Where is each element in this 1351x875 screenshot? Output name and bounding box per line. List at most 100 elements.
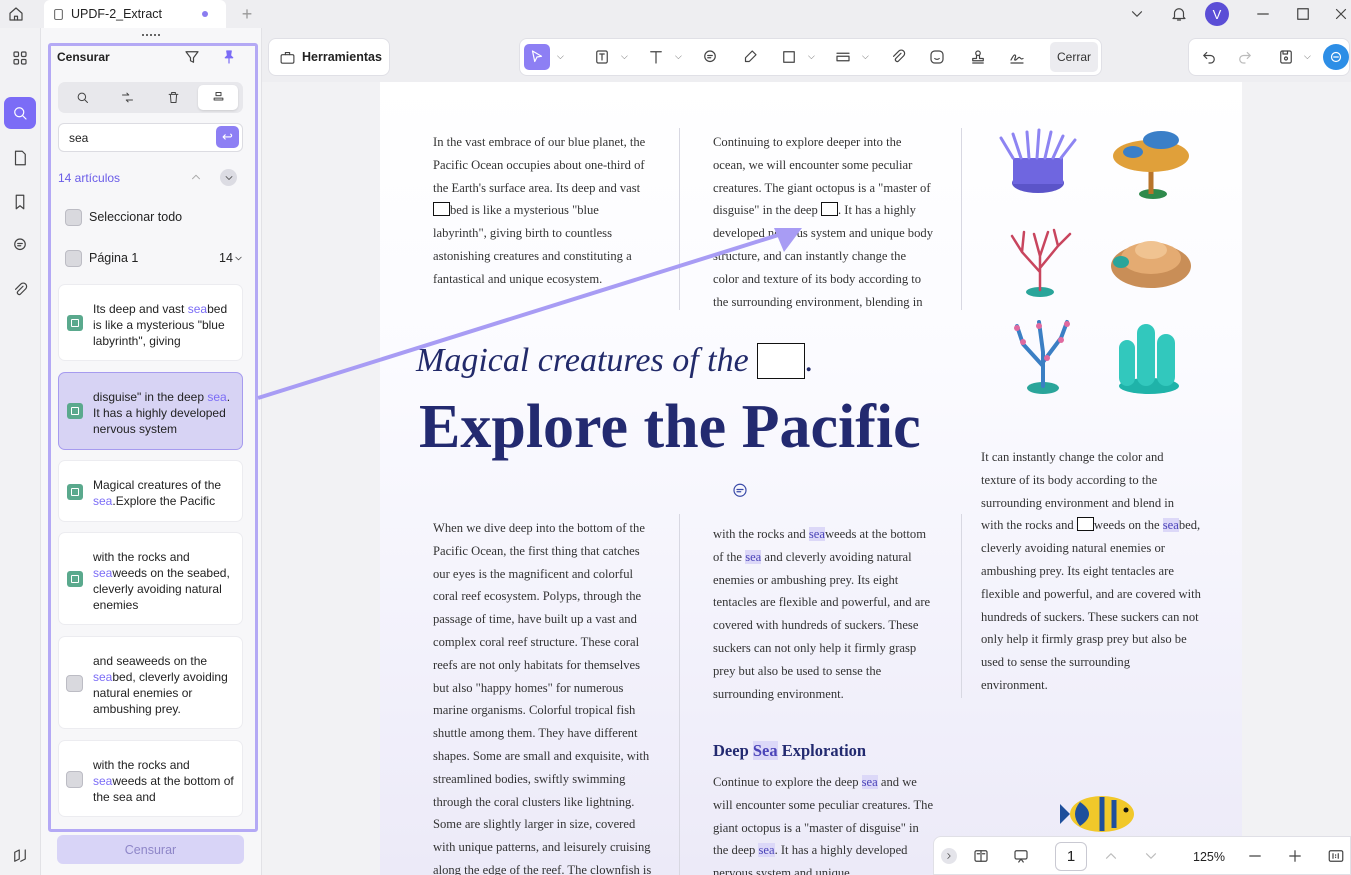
page-number-input[interactable]: 1 (1055, 842, 1087, 871)
minimize-icon[interactable] (1254, 5, 1272, 23)
tools-button[interactable]: Herramientas (268, 38, 390, 76)
page-layout-icon[interactable] (970, 846, 992, 866)
home-icon[interactable] (5, 4, 27, 24)
result-item[interactable]: Magical creatures of the sea.Explore the… (58, 460, 243, 522)
result-item[interactable]: Its deep and vast seabed is like a myste… (58, 284, 243, 361)
text-block-col2-section: Continue to explore the deep sea and we … (713, 775, 934, 875)
ai-assistant-icon[interactable] (1323, 44, 1349, 70)
actual-size-icon[interactable] (1325, 846, 1347, 866)
column-divider (961, 514, 962, 698)
result-item-selected[interactable]: disguise" in the deep sea. It has a high… (58, 372, 243, 450)
eraser-icon[interactable] (737, 44, 763, 70)
zoom-in-icon[interactable] (1286, 847, 1304, 865)
file-icon (52, 8, 65, 21)
panel-title: Censurar (57, 50, 110, 64)
chevron-down-icon[interactable]: ⌵ (862, 51, 869, 62)
chevron-up-icon[interactable] (189, 170, 203, 184)
fish-image (1060, 796, 1134, 832)
result-item[interactable]: with the rocks and seaweeds on the seabe… (58, 532, 243, 625)
redact-mark-icon (67, 403, 83, 419)
select-all-label: Seleccionar todo (89, 210, 183, 224)
filter-icon[interactable] (182, 47, 202, 67)
tab-title: UPDF-2_Extract (71, 7, 162, 21)
callout-arrow (257, 228, 802, 400)
bell-icon[interactable] (1168, 3, 1190, 25)
sticker-icon[interactable] (924, 44, 950, 70)
chevron-down-icon[interactable]: ⌵ (557, 51, 564, 62)
coral-image (1119, 324, 1179, 394)
coral-image (1113, 131, 1189, 199)
result-checkbox[interactable] (66, 771, 83, 788)
stamp-icon[interactable] (965, 44, 991, 70)
collapse-nav-icon[interactable] (941, 848, 957, 864)
close-icon[interactable] (1332, 5, 1350, 23)
textbox-icon[interactable] (589, 44, 615, 70)
enter-icon[interactable]: ↩ (216, 126, 239, 148)
previous-page-icon[interactable] (1102, 847, 1120, 865)
zoom-out-icon[interactable] (1246, 847, 1264, 865)
document-tab[interactable]: UPDF-2_Extract (44, 0, 226, 28)
search-icon[interactable] (4, 97, 36, 129)
new-tab-icon[interactable]: + (238, 4, 256, 24)
close-button[interactable]: Cerrar (1050, 42, 1098, 72)
select-cursor-icon[interactable] (524, 44, 550, 70)
chevron-down-icon[interactable]: ⌵ (621, 51, 628, 62)
select-all-checkbox[interactable] (65, 209, 82, 226)
page-checkbox[interactable] (65, 250, 82, 267)
result-count: 14 artículos (58, 171, 121, 185)
text-block-col3: It can instantly change the color and te… (981, 450, 1201, 692)
coral-image (1010, 228, 1072, 297)
column-divider (679, 514, 680, 875)
chevron-down-icon[interactable]: ⌵ (1304, 51, 1311, 62)
redact-button[interactable]: Censurar (57, 835, 244, 864)
subheading: Deep Sea Exploration (713, 741, 867, 760)
redaction-mark[interactable] (820, 202, 838, 217)
maximize-icon[interactable] (1294, 5, 1312, 23)
coral-image (999, 128, 1077, 193)
undo-icon[interactable] (1196, 44, 1222, 70)
redaction-mark[interactable] (1076, 517, 1094, 532)
chevron-down-icon[interactable] (1128, 5, 1146, 23)
rectangle-icon[interactable] (776, 44, 802, 70)
zoom-level[interactable]: 125% (1186, 842, 1232, 871)
redact-mark-icon (67, 571, 83, 587)
result-checkbox[interactable] (66, 675, 83, 692)
next-page-icon[interactable] (1142, 847, 1160, 865)
replace-mode-icon[interactable] (107, 85, 147, 110)
attach-icon[interactable] (885, 44, 911, 70)
redact-mark-icon (67, 484, 83, 500)
comment-marker-icon[interactable] (730, 481, 750, 501)
drag-handle[interactable] (142, 34, 160, 38)
text-icon[interactable] (643, 44, 669, 70)
redo-icon[interactable] (1232, 44, 1258, 70)
coral-image (1014, 320, 1070, 394)
toolbox-icon (279, 49, 296, 66)
coral-image (1111, 241, 1191, 288)
chevron-down-icon[interactable]: ⌵ (808, 51, 815, 62)
comments-icon[interactable] (4, 229, 36, 261)
chevron-down-icon[interactable]: ⌵ (675, 51, 682, 62)
bookmark-icon[interactable] (4, 186, 36, 218)
find-mode-icon[interactable] (62, 85, 102, 110)
collapse-icon[interactable] (220, 169, 237, 186)
redact-mode-icon[interactable] (198, 85, 238, 110)
delete-mode-icon[interactable] (153, 85, 193, 110)
signature-icon[interactable] (1004, 44, 1030, 70)
redact-mark-icon (67, 315, 83, 331)
presentation-icon[interactable] (1010, 846, 1032, 866)
save-icon[interactable] (1273, 44, 1299, 70)
avatar[interactable]: V (1205, 2, 1229, 26)
result-item[interactable]: and seaweeds on the seabed, cleverly avo… (58, 636, 243, 729)
text-block-col2-bottom: with the rocks and seaweeds at the botto… (713, 527, 931, 701)
attachment-icon[interactable] (4, 274, 36, 306)
page-count: 14 (219, 251, 233, 265)
comment-icon[interactable] (697, 44, 723, 70)
text-block-col1-bottom: When we dive deep into the bottom of the… (433, 521, 652, 875)
unsaved-dot-icon (202, 11, 208, 17)
pages-icon[interactable] (4, 142, 36, 174)
stamp-bar-icon[interactable] (830, 44, 856, 70)
layers-icon[interactable] (4, 840, 36, 872)
result-item[interactable]: with the rocks and seaweeds at the botto… (58, 740, 243, 817)
pin-icon[interactable] (219, 47, 239, 67)
thumbnails-icon[interactable] (4, 42, 36, 74)
